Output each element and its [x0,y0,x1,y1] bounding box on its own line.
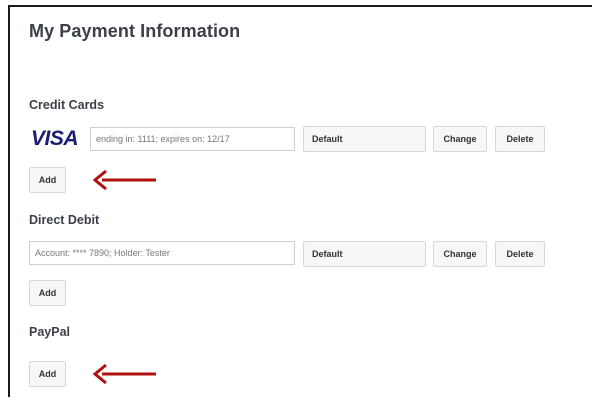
credit-card-change-button[interactable]: Change [433,126,487,152]
paypal-heading: PayPal [29,325,71,339]
credit-card-delete-button[interactable]: Delete [495,126,545,152]
arrow-left-icon [92,363,156,385]
credit-cards-heading: Credit Cards [29,98,105,112]
arrow-left-icon [92,169,156,191]
credit-card-default-button[interactable]: Default [303,126,426,152]
page-title: My Payment Information [29,21,241,41]
direct-debit-delete-button[interactable]: Delete [495,241,545,267]
direct-debit-default-button[interactable]: Default [303,241,426,267]
direct-debit-heading: Direct Debit [29,213,100,227]
paypal-add-button[interactable]: Add [29,361,66,387]
visa-logo: VISA [31,127,79,150]
direct-debit-change-button[interactable]: Change [433,241,487,267]
direct-debit-field[interactable]: Account: **** 7890; Holder: Tester [29,241,295,265]
direct-debit-add-button[interactable]: Add [29,280,66,306]
credit-card-field[interactable]: ending in: 1111; expires on: 12/17 [90,127,295,151]
credit-card-add-button[interactable]: Add [29,167,66,193]
payment-panel: My Payment Information Credit Cards VISA… [8,5,592,397]
